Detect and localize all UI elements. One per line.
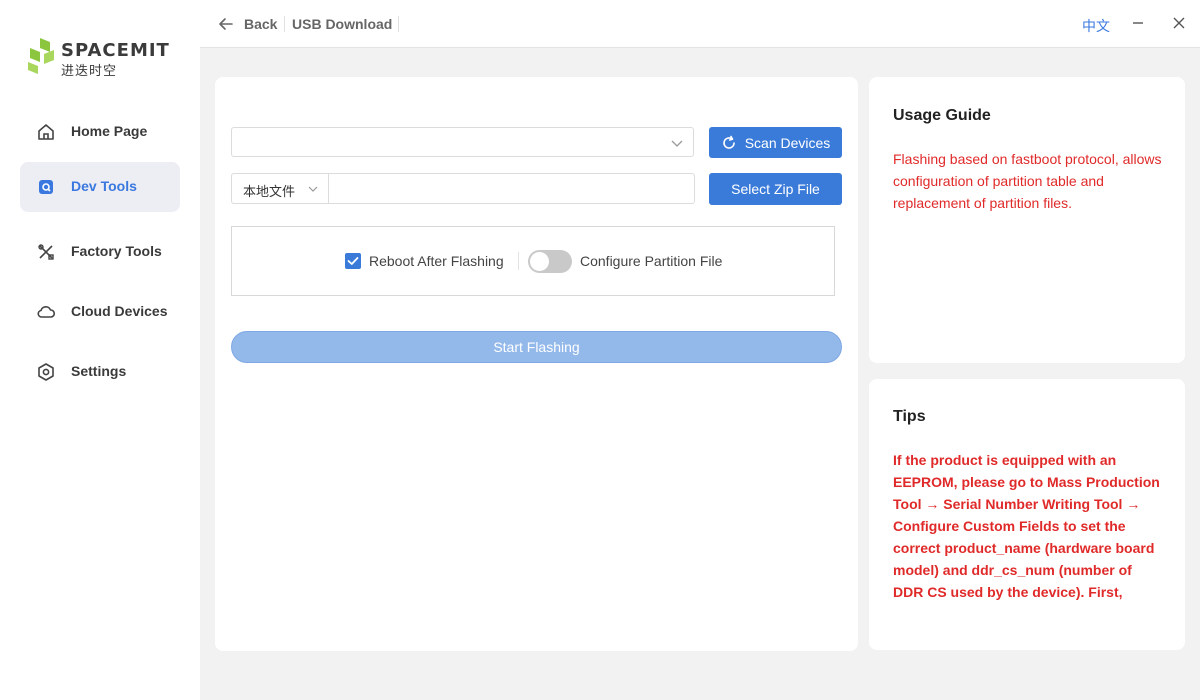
- scan-devices-button[interactable]: Scan Devices: [709, 127, 842, 158]
- settings-icon: [38, 363, 54, 381]
- reboot-label: Reboot After Flashing: [369, 253, 504, 269]
- check-icon: [347, 257, 359, 265]
- sidebar-item-label: Home Page: [71, 123, 148, 139]
- select-zip-button[interactable]: Select Zip File: [709, 173, 842, 205]
- start-flashing-label: Start Flashing: [493, 339, 580, 355]
- partition-toggle[interactable]: [528, 250, 572, 273]
- reboot-checkbox[interactable]: [345, 253, 361, 269]
- chevron-down-icon: [308, 186, 318, 192]
- refresh-icon: [722, 135, 735, 149]
- cloud-icon: [37, 306, 56, 318]
- scan-devices-label: Scan Devices: [744, 134, 831, 151]
- sidebar: SPACEMIT 进迭时空 Home Page Dev Tools Factor…: [0, 0, 200, 700]
- sidebar-item-settings[interactable]: Settings: [20, 347, 180, 397]
- minimize-icon[interactable]: [1131, 16, 1145, 30]
- chevron-down-icon: [671, 140, 683, 147]
- divider: [518, 252, 519, 270]
- divider: [284, 16, 285, 32]
- spacemit-logo: SPACEMIT 进迭时空: [26, 36, 186, 80]
- partition-label: Configure Partition File: [580, 253, 723, 269]
- language-switch[interactable]: 中文: [1082, 16, 1110, 36]
- sidebar-item-label: Factory Tools: [71, 243, 162, 259]
- logo-subtitle: 进迭时空: [61, 63, 118, 78]
- sidebar-item-home[interactable]: Home Page: [20, 107, 180, 157]
- arrow-left-icon[interactable]: [218, 16, 234, 32]
- logo-mark-icon: [28, 38, 54, 74]
- sidebar-item-label: Dev Tools: [71, 178, 137, 194]
- source-select-value: 本地文件: [243, 185, 296, 200]
- toggle-knob: [530, 252, 549, 271]
- start-flashing-button[interactable]: Start Flashing: [231, 331, 842, 363]
- top-bar: Back USB Download 中文: [200, 0, 1200, 48]
- source-select[interactable]: 本地文件: [231, 173, 329, 204]
- select-zip-label: Select Zip File: [731, 181, 820, 197]
- tips-title: Tips: [893, 408, 926, 425]
- tools-icon: [38, 244, 54, 260]
- usage-guide-title: Usage Guide: [893, 107, 991, 124]
- usage-guide-text: Flashing based on fastboot protocol, all…: [893, 151, 1162, 211]
- device-select[interactable]: [231, 127, 694, 157]
- sidebar-item-label: Settings: [71, 363, 127, 379]
- tips-text: If the product is equipped with an EEPRO…: [893, 452, 1160, 600]
- sidebar-item-dev-tools[interactable]: Dev Tools: [20, 162, 180, 212]
- sidebar-item-factory-tools[interactable]: Factory Tools: [20, 227, 180, 277]
- close-icon[interactable]: [1172, 16, 1186, 30]
- dev-tools-icon: [39, 180, 53, 194]
- divider: [398, 16, 399, 32]
- page-title: USB Download: [292, 16, 393, 32]
- sidebar-item-cloud-devices[interactable]: Cloud Devices: [20, 287, 180, 337]
- sidebar-item-label: Cloud Devices: [71, 303, 168, 319]
- flash-card: [215, 77, 858, 651]
- logo-text: SPACEMIT: [61, 40, 170, 61]
- home-icon: [38, 124, 54, 140]
- back-button[interactable]: Back: [244, 16, 277, 32]
- file-path-input[interactable]: [329, 173, 695, 204]
